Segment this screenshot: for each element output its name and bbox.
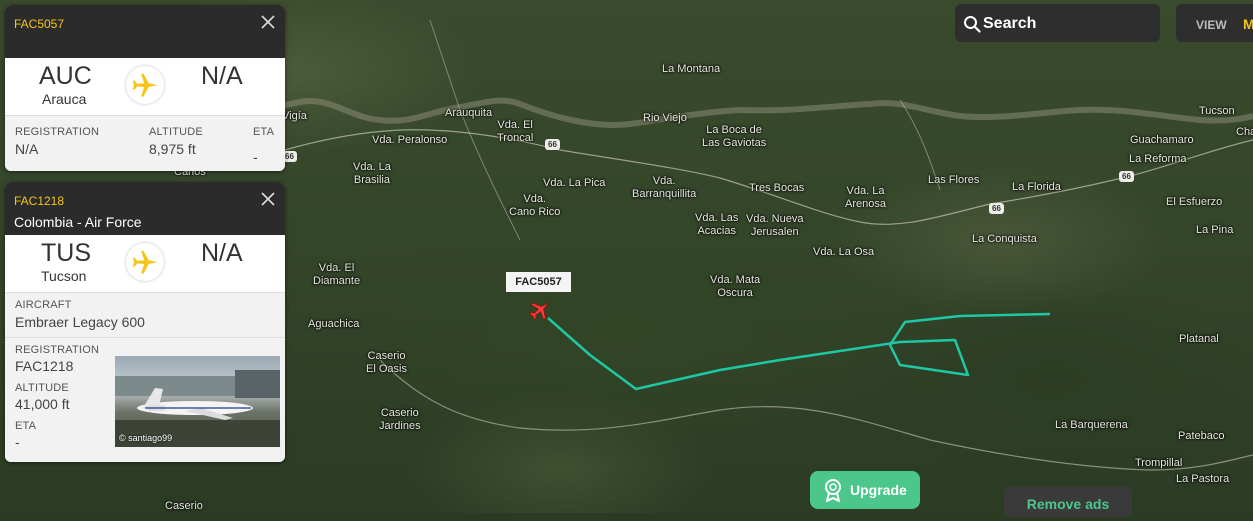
place-label: La Conquista [972, 233, 1037, 245]
altitude-label: ALTITUDE [15, 382, 69, 394]
place-label: Caserio [165, 500, 203, 512]
altitude-value: 8,975 ft [149, 141, 196, 157]
altitude-label: ALTITUDE [149, 126, 203, 138]
close-icon[interactable] [259, 190, 277, 208]
place-label: Platanal [1179, 333, 1219, 345]
close-icon[interactable] [259, 13, 277, 31]
place-label: Vda. El Troncal [497, 119, 534, 144]
aircraft-label: AIRCRAFT [15, 299, 72, 311]
flight-details: REGISTRATION FAC1218 ALTITUDE 41,000 ft … [5, 337, 285, 462]
place-label: Vda. La Pica [543, 177, 606, 189]
place-label: Trompillal [1135, 457, 1183, 469]
place-label: Cha [1236, 126, 1253, 138]
place-label: Vda. El Diamante [313, 262, 361, 287]
card-header: FAC1218 Colombia - Air Force [5, 182, 285, 235]
altitude-value: 41,000 ft [15, 396, 70, 412]
flight-track [547, 312, 1051, 391]
view-menu-button[interactable]: VIEW M [1176, 4, 1253, 42]
road-shield: 66 [989, 203, 1004, 214]
origin-city: Arauca [42, 91, 87, 107]
airline-name[interactable]: Colombia - Air Force [14, 214, 142, 230]
place-label: El Esfuerzo [1166, 196, 1223, 208]
origin-city: Tucson [41, 268, 87, 284]
origin-code[interactable]: AUC [39, 62, 92, 91]
place-label: Vda. Cano Rico [509, 193, 561, 218]
callsign[interactable]: FAC1218 [14, 194, 64, 208]
airplane-icon [126, 243, 164, 281]
place-label: Rio Viejo [643, 112, 687, 124]
photo-credit: © santiago99 [119, 433, 173, 443]
place-label: Aguachica [308, 318, 360, 330]
place-label: La Boca de Las Gaviotas [702, 124, 767, 149]
callsign[interactable]: FAC5057 [14, 17, 64, 31]
flight-info-card-fac5057[interactable]: FAC5057 AUC Arauca N/A REGISTRATION N/A … [5, 5, 285, 171]
place-label: Arauquita [445, 107, 493, 119]
airplane-icon [126, 66, 164, 104]
eta-label: ETA [253, 126, 275, 138]
place-label: La Montana [662, 63, 721, 75]
eta-value: - [15, 434, 20, 450]
aircraft-photo[interactable]: © santiago99 [115, 356, 280, 447]
place-label: Patebaco [1178, 430, 1225, 442]
place-label: Vda. Peralonso [372, 134, 448, 146]
registration-label: REGISTRATION [15, 126, 100, 138]
place-label: Vda. La Arenosa [845, 185, 886, 210]
place-label: Vda. La Osa [813, 246, 875, 258]
road-shield: 66 [1119, 171, 1134, 182]
place-label: Guachamaro [1130, 134, 1194, 146]
registration-value: N/A [15, 141, 39, 157]
flight-info-card-fac1218[interactable]: FAC1218 Colombia - Air Force TUS Tucson … [5, 182, 285, 462]
place-label: La Reforma [1129, 153, 1187, 165]
aircraft-section: AIRCRAFT Embraer Legacy 600 [5, 292, 285, 337]
place-label: Caserio El Oasis [366, 350, 407, 375]
place-label: Vda. La Brasilia [353, 161, 391, 186]
award-icon [825, 479, 841, 502]
origin-code[interactable]: TUS [41, 239, 91, 268]
place-label: Las Flores [928, 174, 980, 186]
upgrade-label: Upgrade [850, 482, 907, 498]
eta-label: ETA [15, 420, 37, 432]
search-icon [964, 16, 981, 33]
aircraft-value[interactable]: Embraer Legacy 600 [15, 314, 145, 330]
registration-value[interactable]: FAC1218 [15, 358, 73, 374]
view-mode-label: M [1243, 16, 1253, 32]
destination-code[interactable]: N/A [201, 239, 243, 268]
place-label: La Pina [1196, 224, 1234, 236]
destination-code[interactable]: N/A [201, 62, 243, 91]
upgrade-button[interactable]: Upgrade [810, 471, 920, 509]
route-panel: AUC Arauca N/A [5, 58, 285, 115]
place-label: Caserio Jardines [379, 407, 421, 432]
flight-details: REGISTRATION N/A ALTITUDE 8,975 ft ETA - [5, 115, 285, 171]
place-label: Tres Bocas [749, 182, 805, 194]
search-bar[interactable]: Search [955, 4, 1160, 42]
road-shield: 66 [545, 139, 560, 150]
place-label: La Pastora [1176, 473, 1230, 485]
place-label: Vda. Barranquillita [632, 175, 697, 200]
place-label: Vda. Nueva Jerusalen [746, 213, 804, 238]
place-label: Vda. Mata Oscura [710, 274, 761, 299]
registration-label: REGISTRATION [15, 344, 100, 356]
aircraft-callsign-label[interactable]: FAC5057 [506, 272, 571, 292]
place-label: Vda. Las Acacias [695, 212, 739, 237]
search-label: Search [983, 15, 1037, 32]
place-label: Vigía [282, 110, 307, 122]
place-label: La Barquerena [1055, 419, 1128, 431]
card-header: FAC5057 [5, 5, 285, 58]
eta-value: - [253, 149, 258, 165]
place-label: Tucson [1199, 105, 1235, 117]
place-label: La Florida [1012, 181, 1061, 193]
view-label: VIEW [1196, 18, 1227, 32]
route-panel: TUS Tucson N/A [5, 235, 285, 292]
